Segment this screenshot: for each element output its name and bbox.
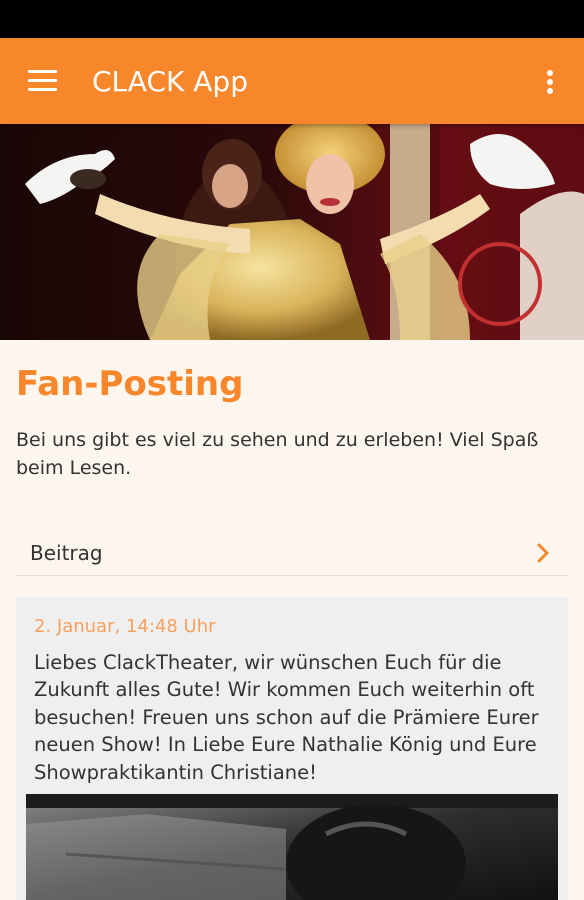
intro-text: Bei uns gibt es viel zu sehen und zu erl… bbox=[16, 429, 539, 479]
post-image[interactable] bbox=[26, 794, 558, 900]
app-bar: CLACK App bbox=[0, 38, 584, 124]
beitrag-link[interactable]: Beitrag bbox=[16, 530, 568, 576]
beitrag-label: Beitrag bbox=[30, 541, 103, 565]
post-date: 2. Januar, 14:48 Uhr bbox=[34, 616, 216, 637]
app-title: CLACK App bbox=[92, 65, 248, 98]
post-text: Liebes ClackTheater, wir wünschen Euch f… bbox=[34, 651, 539, 784]
hero-image bbox=[0, 124, 584, 340]
status-bar bbox=[0, 0, 584, 38]
post-card: 2. Januar, 14:48 Uhr Liebes ClackTheater… bbox=[16, 597, 568, 900]
page-title: Fan-Posting bbox=[16, 364, 244, 404]
more-vert-icon[interactable] bbox=[534, 62, 566, 100]
hamburger-menu-icon[interactable] bbox=[22, 62, 62, 100]
chevron-right-icon bbox=[537, 543, 549, 563]
